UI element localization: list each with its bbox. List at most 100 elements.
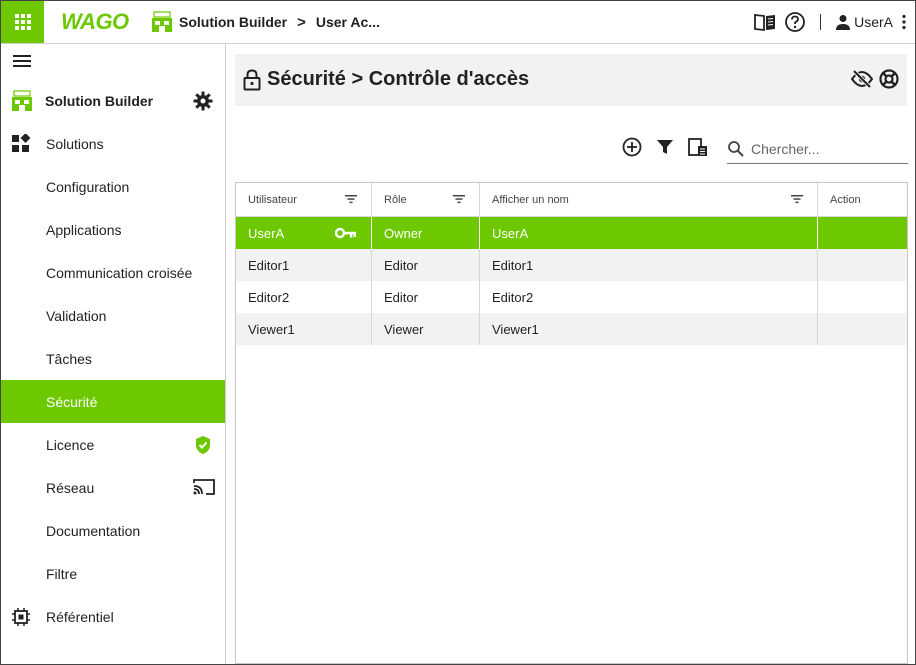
top-right-actions: UserA <box>754 10 907 34</box>
cell-text: Viewer1 <box>248 321 295 337</box>
cell-text: Editor2 <box>248 289 290 305</box>
main-content: Sécurité > Contrôle d'accès Chercher... … <box>227 44 915 664</box>
access-control-table: Utilisateur Rôle Afficher un nom Action … <box>235 182 908 664</box>
sidebar-item-solutions[interactable]: Solutions <box>1 122 225 165</box>
table-row[interactable]: Editor2 Editor Editor2 <box>236 281 907 313</box>
cell-text: Viewer1 <box>492 321 539 337</box>
column-header-role[interactable]: Rôle <box>372 183 480 216</box>
cell-display-name: Editor2 <box>480 281 818 313</box>
sidebar-item-label: Documentation <box>46 522 141 539</box>
app-window: WAGO Solution Builder > User Ac... UserA… <box>0 0 916 665</box>
table-row[interactable]: Editor1 Editor Editor1 <box>236 249 907 281</box>
cell-role: Editor <box>372 249 480 281</box>
table-header-row: Utilisateur Rôle Afficher un nom Action <box>236 183 907 217</box>
breadcrumb: Solution Builder > User Ac... <box>151 10 380 34</box>
help-icon[interactable] <box>784 11 806 33</box>
cell-role: Viewer <box>372 313 480 345</box>
filter-funnel-icon[interactable] <box>655 137 675 157</box>
cell-text: UserA <box>492 225 529 241</box>
column-settings-icon[interactable] <box>687 136 709 158</box>
sidebar-item-label: Configuration <box>46 178 130 195</box>
sidebar-item-validation[interactable]: Validation <box>1 294 225 337</box>
lock-icon <box>243 69 261 91</box>
sidebar-item-referentiel[interactable]: Référentiel <box>1 595 225 638</box>
search-input[interactable] <box>749 139 899 158</box>
sidebar-item-label: Communication croisée <box>46 264 193 281</box>
visibility-off-icon[interactable] <box>851 69 873 89</box>
sidebar-item-filtre[interactable]: Filtre <box>1 552 225 595</box>
table-row[interactable]: UserA Owner UserA <box>236 217 907 249</box>
sidebar: Solution Builder Solutions Configuration… <box>1 44 226 664</box>
sidebar-item-configuration[interactable]: Configuration <box>1 165 225 208</box>
cell-text: UserA <box>248 225 285 241</box>
cell-text: Editor1 <box>492 257 534 273</box>
support-lifebuoy-icon[interactable] <box>879 69 899 89</box>
sidebar-item-label: Solutions <box>46 135 104 152</box>
cell-action <box>818 249 907 281</box>
cell-text: Editor1 <box>248 257 290 273</box>
column-filter-icon[interactable] <box>453 194 465 204</box>
column-header-utilisateur[interactable]: Utilisateur <box>236 183 372 216</box>
cell-text: Editor <box>384 257 418 273</box>
cell-action <box>818 281 907 313</box>
key-icon <box>335 227 356 239</box>
verified-shield-icon <box>196 436 210 454</box>
column-header-label: Afficher un nom <box>492 193 569 206</box>
column-header-action: Action <box>818 183 907 216</box>
wago-logo[interactable]: WAGO <box>61 9 129 34</box>
widgets-icon <box>12 134 31 152</box>
column-header-label: Action <box>830 193 861 206</box>
sidebar-title: Solution Builder <box>45 93 154 109</box>
cast-icon <box>193 479 215 495</box>
sidebar-header: Solution Builder <box>1 88 225 114</box>
sidebar-item-reseau[interactable]: Réseau <box>1 466 225 509</box>
solution-builder-icon <box>12 90 32 111</box>
more-vertical-icon[interactable] <box>901 14 907 30</box>
sidebar-item-securite[interactable]: Sécurité <box>1 380 225 423</box>
cell-user: Editor1 <box>236 249 372 281</box>
top-bar: WAGO Solution Builder > User Ac... UserA <box>1 1 915 44</box>
sidebar-item-label: Applications <box>46 221 122 238</box>
cell-action <box>818 217 907 249</box>
user-name: UserA <box>854 14 893 30</box>
grid-icon <box>14 14 31 30</box>
hamburger-menu-icon[interactable] <box>13 54 31 68</box>
sidebar-item-label: Référentiel <box>46 608 114 625</box>
sidebar-item-label: Réseau <box>46 479 95 496</box>
breadcrumb-solution-builder[interactable]: Solution Builder <box>179 14 287 30</box>
sidebar-item-documentation[interactable]: Documentation <box>1 509 225 552</box>
column-header-display-name[interactable]: Afficher un nom <box>480 183 818 216</box>
sidebar-item-communication-croisee[interactable]: Communication croisée <box>1 251 225 294</box>
chip-icon <box>12 608 30 626</box>
sidebar-item-label: Filtre <box>46 565 78 582</box>
breadcrumb-user-access[interactable]: User Ac... <box>316 14 380 30</box>
cell-text: Owner <box>384 225 423 241</box>
solution-builder-icon <box>152 11 172 32</box>
apps-grid-button[interactable] <box>1 1 44 43</box>
search-box <box>727 134 908 164</box>
table-toolbar <box>621 136 709 158</box>
column-filter-icon[interactable] <box>791 194 803 204</box>
table-row[interactable]: Viewer1 Viewer Viewer1 <box>236 313 907 345</box>
add-circle-icon[interactable] <box>621 136 643 158</box>
search-icon <box>728 140 744 157</box>
page-header: Sécurité > Contrôle d'accès <box>235 54 907 106</box>
sidebar-item-label: Licence <box>46 436 95 453</box>
column-filter-icon[interactable] <box>345 194 357 204</box>
sidebar-nav: Solutions Configuration Applications Com… <box>1 122 225 638</box>
sidebar-item-applications[interactable]: Applications <box>1 208 225 251</box>
gear-icon[interactable] <box>193 91 213 111</box>
sidebar-item-label: Tâches <box>46 350 92 367</box>
sidebar-item-taches[interactable]: Tâches <box>1 337 225 380</box>
cell-display-name: Viewer1 <box>480 313 818 345</box>
breadcrumb-separator: > <box>297 13 306 31</box>
cell-action <box>818 313 907 345</box>
sidebar-item-licence[interactable]: Licence <box>1 423 225 466</box>
sidebar-item-label: Sécurité <box>46 393 98 410</box>
cell-text: Editor2 <box>492 289 534 305</box>
cell-display-name: UserA <box>480 217 818 249</box>
page-title: Sécurité > Contrôle d'accès <box>267 68 530 90</box>
user-menu[interactable]: UserA <box>835 14 893 30</box>
manual-book-icon[interactable] <box>754 12 776 32</box>
column-header-label: Rôle <box>384 193 407 206</box>
